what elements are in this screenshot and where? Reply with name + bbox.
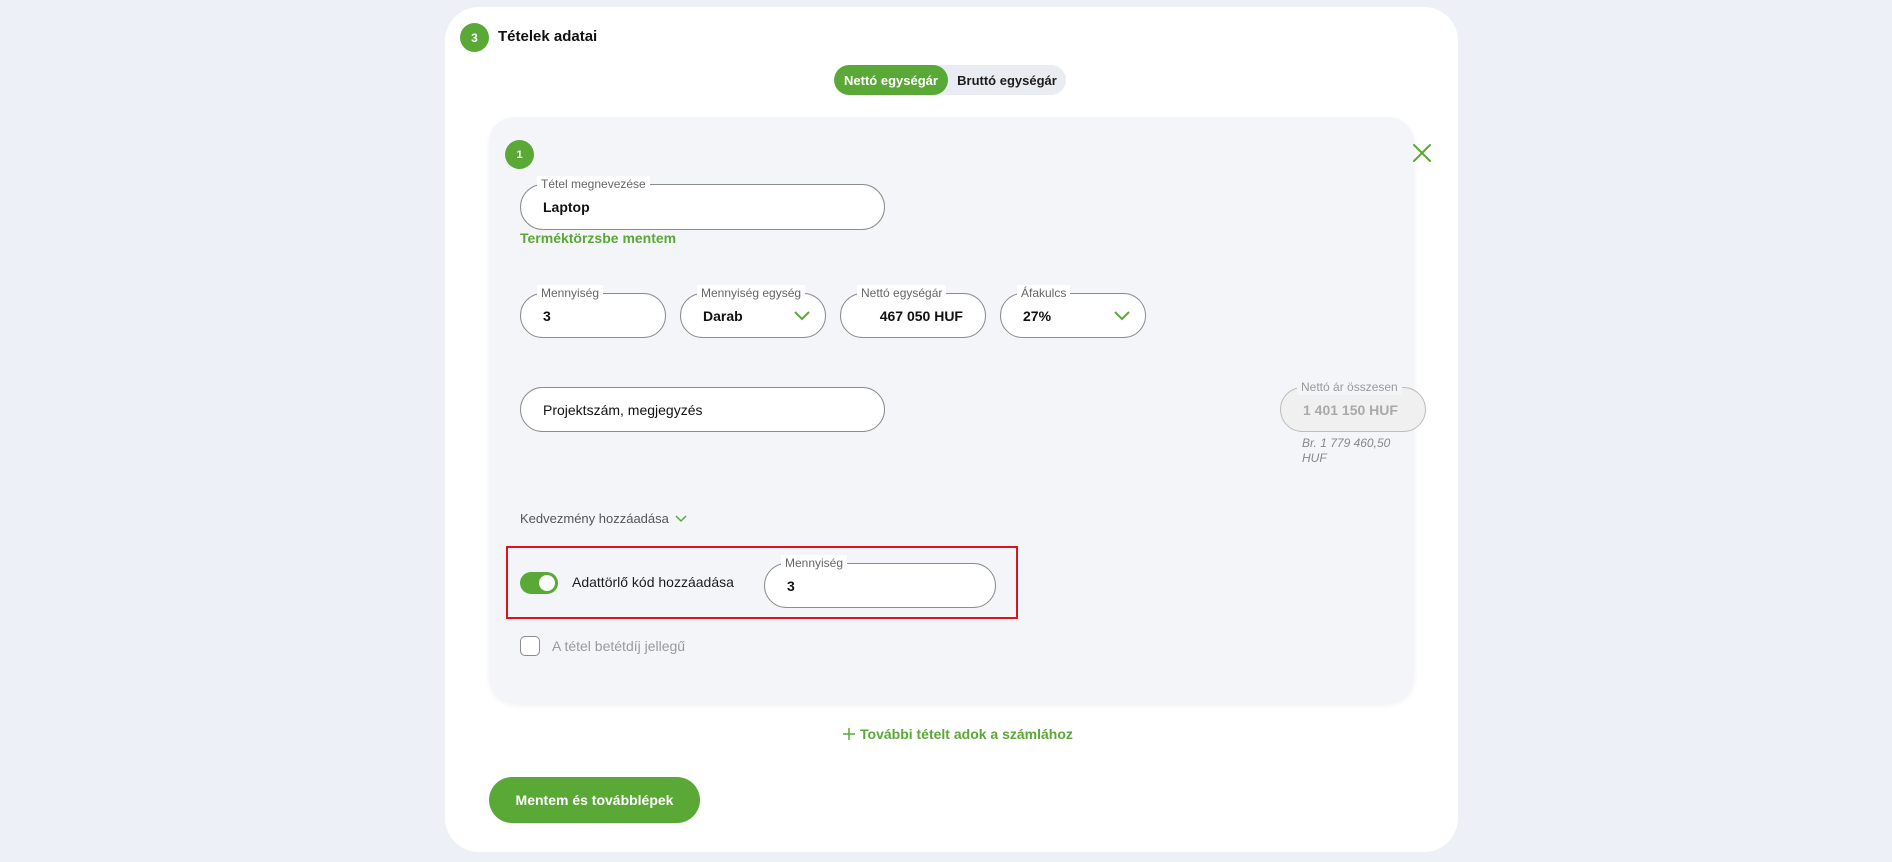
save-and-continue-button[interactable]: Mentem és továbblépek	[489, 777, 700, 823]
plus-icon	[843, 728, 855, 740]
net-price-option[interactable]: Nettó egységár	[834, 65, 948, 95]
add-discount-toggle[interactable]: Kedvezmény hozzáadása	[520, 511, 687, 526]
invoice-items-card: 3 Tételek adatai Nettó egységár Bruttó e…	[445, 7, 1458, 852]
net-unit-price-field[interactable]: Nettó egységár 467 050 HUF	[840, 285, 986, 338]
data-delete-section: Adattörlő kód hozzáadása Mennyiség 3	[506, 546, 1018, 619]
gross-price-option[interactable]: Bruttó egységár	[948, 65, 1066, 95]
project-note-field[interactable]: Projektszám, megjegyzés	[520, 387, 885, 432]
net-total-field: Nettó ár összesen 1 401 150 HUF	[1280, 379, 1426, 432]
step-badge: 3	[460, 23, 489, 52]
add-more-items-link[interactable]: További tételt adok a számlához	[842, 726, 1073, 742]
save-to-catalog-link[interactable]: Terméktörzsbe mentem	[520, 230, 676, 246]
deposit-label: A tétel betétdíj jellegű	[552, 638, 686, 654]
vat-select[interactable]: Áfakulcs 27%	[1000, 285, 1146, 338]
item-number-badge: 1	[505, 140, 534, 169]
vat-value: 27%	[1023, 307, 1052, 324]
add-more-label: További tételt adok a számlához	[860, 726, 1073, 742]
close-icon[interactable]	[1411, 142, 1433, 164]
deposit-checkbox[interactable]	[520, 636, 540, 656]
unit-value: Darab	[703, 307, 743, 324]
gross-total-note: Br. 1 779 460,50 HUF	[1302, 436, 1391, 465]
data-delete-quantity-field[interactable]: Mennyiség 3	[764, 555, 996, 608]
quantity-field[interactable]: Mennyiség 3	[520, 285, 666, 338]
project-note-placeholder: Projektszám, megjegyzés	[543, 401, 703, 418]
item-card: 1 Tétel megnevezése Laptop Terméktörzsbe…	[489, 117, 1431, 703]
data-delete-label: Adattörlő kód hozzáadása	[572, 574, 734, 590]
add-discount-label: Kedvezmény hozzáadása	[520, 511, 669, 526]
net-total-value: 1 401 150 HUF	[1303, 401, 1398, 418]
section-title: Tételek adatai	[498, 28, 598, 45]
item-name-value: Laptop	[543, 199, 590, 215]
item-name-field[interactable]: Tétel megnevezése Laptop	[520, 176, 885, 230]
chevron-down-icon	[1114, 310, 1130, 320]
data-delete-switch[interactable]	[520, 572, 558, 594]
switch-knob	[539, 575, 555, 591]
price-type-toggle: Nettó egységár Bruttó egységár	[834, 65, 1066, 95]
net-unit-price-value: 467 050 HUF	[879, 307, 963, 324]
quantity-value: 3	[543, 307, 551, 324]
unit-select[interactable]: Mennyiség egység Darab	[680, 285, 826, 338]
chevron-down-icon	[675, 514, 687, 522]
chevron-down-icon	[794, 310, 810, 320]
data-delete-quantity-value: 3	[787, 577, 795, 594]
